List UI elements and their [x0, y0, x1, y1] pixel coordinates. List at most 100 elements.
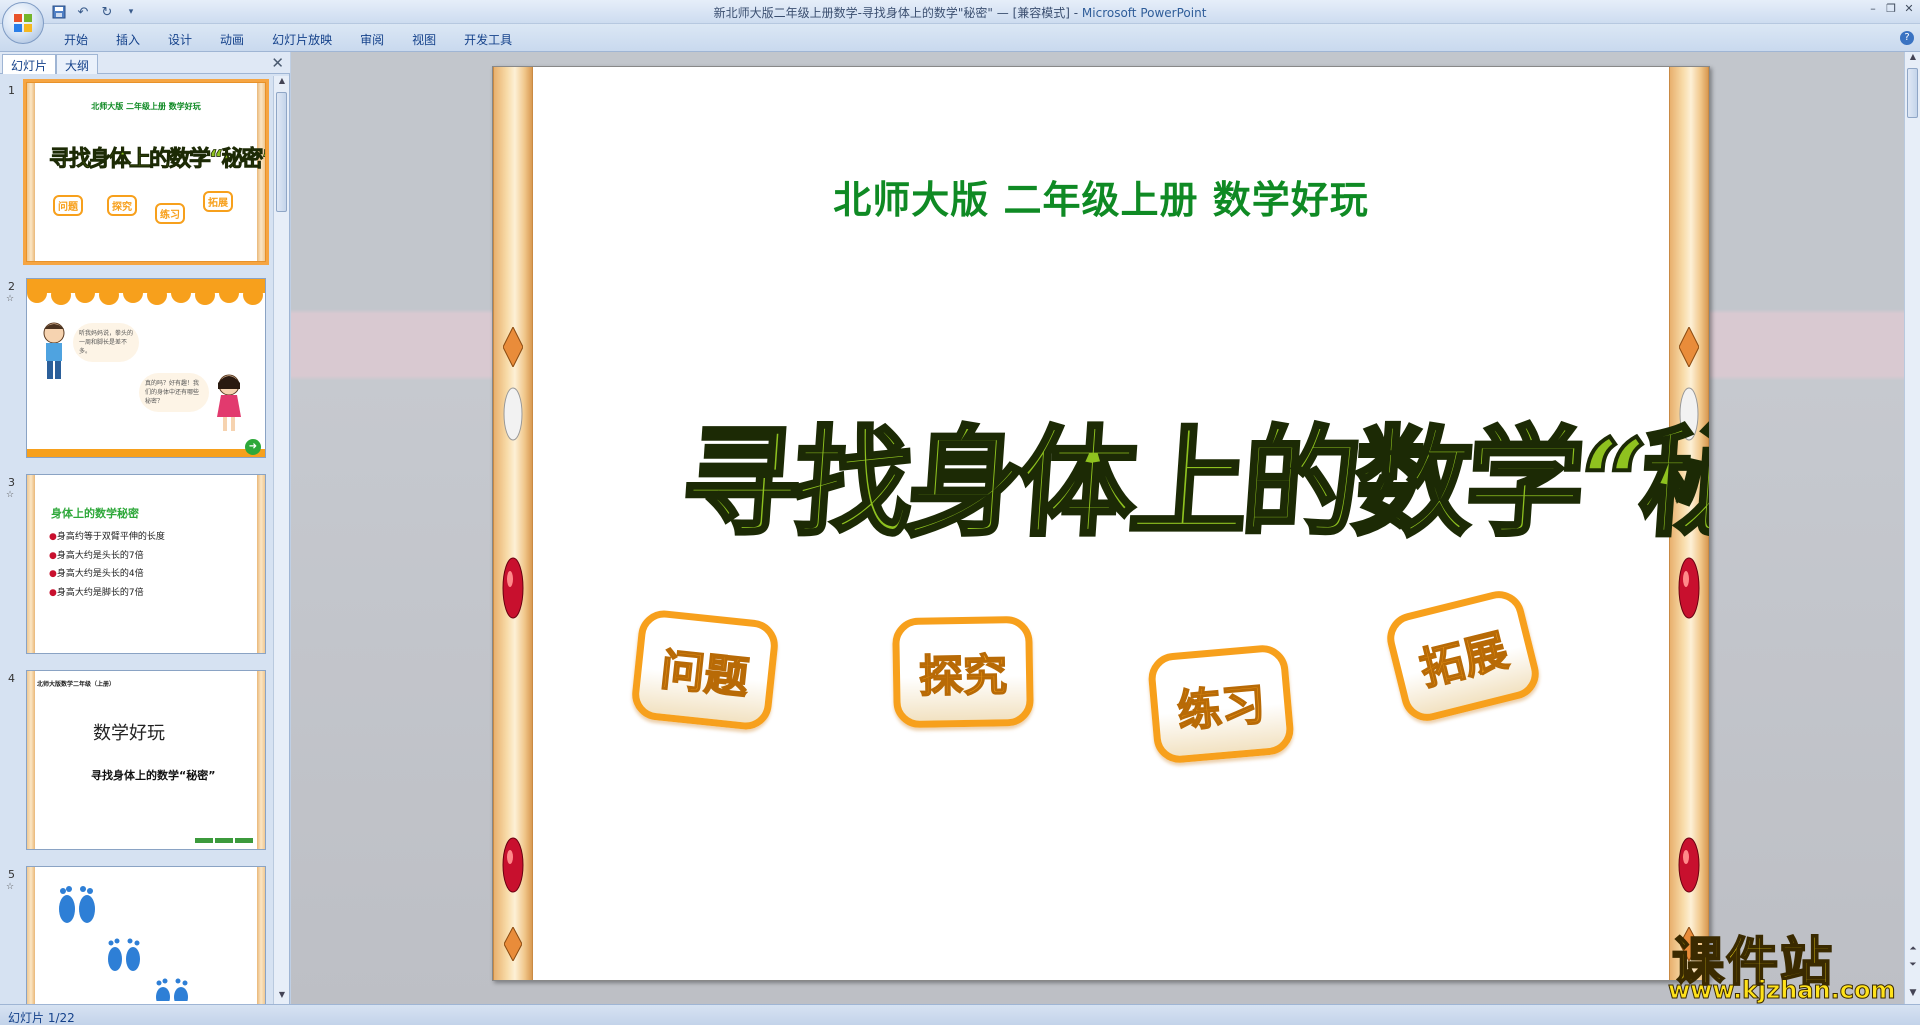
pillar-left-mini [27, 475, 35, 653]
tab-review[interactable]: 审阅 [346, 29, 398, 50]
next-slide-icon[interactable]: ⏷ [1905, 960, 1920, 974]
slide-title: 寻找身体上的数学“秘密” [675, 411, 1710, 554]
previous-slide-icon[interactable]: ⏶ [1905, 944, 1920, 958]
scroll-thumb[interactable] [276, 92, 287, 212]
slides-panel: 幻灯片 大纲 ✕ 1 北师大版 二年级上册 数学好玩 寻找身体上的数学“秘密” … [0, 52, 290, 1004]
animation-star-icon: ☆ [6, 294, 15, 304]
restore-button[interactable]: ❐ [1884, 2, 1898, 16]
watermark-url: www.kjzhan.com [1667, 976, 1896, 1005]
badge-extend[interactable]: 拓展 [1381, 585, 1545, 727]
bullet-icon: ● [49, 569, 57, 579]
watermark: 课件站 www.kjzhan.com [1664, 920, 1904, 1005]
slide-title-art[interactable]: 寻找身体上的数学“秘密” [675, 387, 1709, 587]
slide-number: 4 [8, 672, 15, 685]
current-slide[interactable]: 北师大版 二年级上册 数学好玩 寻找身体上的数学“秘密” 问题 探究 练习 拓展 [492, 66, 1710, 981]
bullet-item: ●身高大约是头长的4倍 [49, 566, 144, 579]
office-logo-icon [14, 14, 32, 32]
nav-button-mini [215, 838, 233, 843]
diamond-gem-icon [503, 327, 523, 367]
diamond-gem-icon [1679, 327, 1699, 367]
badge-question[interactable]: 问题 [629, 607, 781, 733]
slide-thumbnail-4[interactable]: 北师大版数学二年级（上册） 数学好玩 寻找身体上的数学“秘密” [26, 670, 266, 850]
boy-character-icon [43, 322, 65, 379]
tab-slideshow[interactable]: 幻灯片放映 [258, 29, 346, 50]
bullet-icon: ● [49, 532, 57, 542]
bullet-text: 身高约等于双臂平伸的长度 [56, 532, 165, 542]
pillar-right-mini [257, 671, 265, 849]
tab-home[interactable]: 开始 [50, 29, 102, 50]
tab-slides[interactable]: 幻灯片 [2, 54, 57, 74]
thumb-badge: 拓展 [203, 191, 233, 212]
slide-subtitle[interactable]: 北师大版 二年级上册 数学好玩 [493, 169, 1709, 224]
badge-label: 练习 [1175, 678, 1269, 738]
bullet-icon: ● [49, 588, 57, 598]
pillar-right-mini [257, 475, 265, 653]
thumb-subtitle: 北师大版 二年级上册 数学好玩 [91, 102, 201, 111]
thumb-badge: 问题 [53, 195, 83, 216]
animation-star-icon: ☆ [6, 490, 15, 500]
bullet-item: ●身高大约是脚长的7倍 [49, 585, 144, 598]
badge-label: 问题 [657, 644, 751, 705]
pillar-left-mini [27, 867, 35, 1004]
back-arrow-icon: ➜ [245, 439, 261, 455]
thumbnail-scrollbar[interactable]: ▲ ▼ [273, 76, 289, 1004]
bullet-item: ●身高约等于双臂平伸的长度 [49, 529, 165, 542]
bullet-text: 身高大约是头长的4倍 [56, 569, 144, 579]
speech-bubble-boy: 听我妈妈说，拳头的一周和脚长是差不多。 [73, 323, 139, 362]
tab-outline[interactable]: 大纲 [56, 54, 99, 74]
scroll-down-icon[interactable]: ▼ [274, 990, 290, 1004]
tab-view[interactable]: 视图 [398, 29, 450, 50]
girl-character-icon [217, 374, 241, 431]
pillar-left-mini [27, 671, 35, 849]
window-title: 新北师大版二年级上册数学-寻找身体上的数学"秘密" — [兼容模式] - Mic… [0, 4, 1920, 21]
bullet-text: 身高大约是头长的7倍 [56, 551, 144, 561]
close-button[interactable]: ✕ [1902, 2, 1916, 16]
badge-practice[interactable]: 练习 [1146, 643, 1296, 765]
diamond-gem-icon [504, 927, 522, 961]
thumb-badge: 练习 [155, 203, 185, 224]
nav-buttons-mini [195, 838, 253, 843]
title-bar: ↶ ↻ ▾ 新北师大版二年级上册数学-寻找身体上的数学"秘密" — [兼容模式]… [0, 0, 1920, 24]
slide-thumbnail-1[interactable]: 北师大版 二年级上册 数学好玩 寻找身体上的数学“秘密” 问题 探究 练习 拓展 [23, 79, 269, 265]
thumb-title: 寻找身体上的数学“秘密” [49, 147, 266, 173]
panel-close-icon[interactable]: ✕ [271, 54, 284, 72]
ruby-gem-icon [1678, 557, 1700, 619]
scroll-thumb[interactable] [1907, 68, 1918, 118]
app-name: Microsoft PowerPoint [1081, 6, 1207, 20]
slide-thumbnail-5[interactable] [26, 866, 266, 1004]
slide-count-status: 幻灯片 1/22 [8, 1011, 75, 1025]
thumb-header: 北师大版数学二年级（上册） [37, 681, 116, 688]
badge-label: 拓展 [1414, 624, 1513, 696]
scroll-up-icon[interactable]: ▲ [1905, 52, 1920, 66]
scroll-up-icon[interactable]: ▲ [274, 76, 290, 90]
bullet-icon: ● [49, 551, 57, 561]
ruby-gem-icon [502, 837, 524, 893]
animation-star-icon: ☆ [6, 882, 15, 892]
badge-explore[interactable]: 探究 [892, 615, 1034, 729]
thumb-title: 数学好玩 [93, 723, 165, 744]
tab-developer[interactable]: 开发工具 [450, 29, 526, 50]
minimize-button[interactable]: – [1866, 2, 1880, 16]
speech-bubble-girl: 真的吗？好有趣！我们的身体中还有哪些秘密？ [139, 373, 209, 412]
thumb-heading: 身体上的数学秘密 [51, 507, 139, 520]
slide-thumbnail-2[interactable]: 听我妈妈说，拳头的一周和脚长是差不多。 真的吗？好有趣！我们的身体中还有哪些秘密… [26, 278, 266, 458]
scallop-top-decoration [27, 279, 265, 305]
window-controls: – ❐ ✕ [1866, 2, 1916, 16]
slide-thumbnail-3[interactable]: 身体上的数学秘密 ●身高约等于双臂平伸的长度 ●身高大约是头长的7倍 ●身高大约… [26, 474, 266, 654]
thumb-subtitle: 寻找身体上的数学“秘密” [91, 769, 216, 782]
vertical-scrollbar[interactable]: ▲ ⏶ ⏷ ▼ [1904, 52, 1920, 1004]
nav-button-mini [195, 838, 213, 843]
thumbnail-list: 1 北师大版 二年级上册 数学好玩 寻找身体上的数学“秘密” 问题 探究 练习 … [0, 76, 274, 1004]
slide-number: 5 [8, 868, 15, 881]
tab-design[interactable]: 设计 [154, 29, 206, 50]
tab-insert[interactable]: 插入 [102, 29, 154, 50]
help-icon[interactable]: ? [1900, 31, 1914, 45]
office-button[interactable] [2, 2, 44, 44]
bullet-text: 身高大约是脚长的7倍 [56, 588, 144, 598]
tab-animations[interactable]: 动画 [206, 29, 258, 50]
slide-number: 2 [8, 280, 15, 293]
document-title: 新北师大版二年级上册数学-寻找身体上的数学"秘密" — [兼容模式] - [713, 6, 1082, 20]
slide-number: 1 [8, 84, 15, 97]
scroll-down-icon[interactable]: ▼ [1905, 988, 1920, 1002]
bottom-bar [27, 449, 265, 457]
